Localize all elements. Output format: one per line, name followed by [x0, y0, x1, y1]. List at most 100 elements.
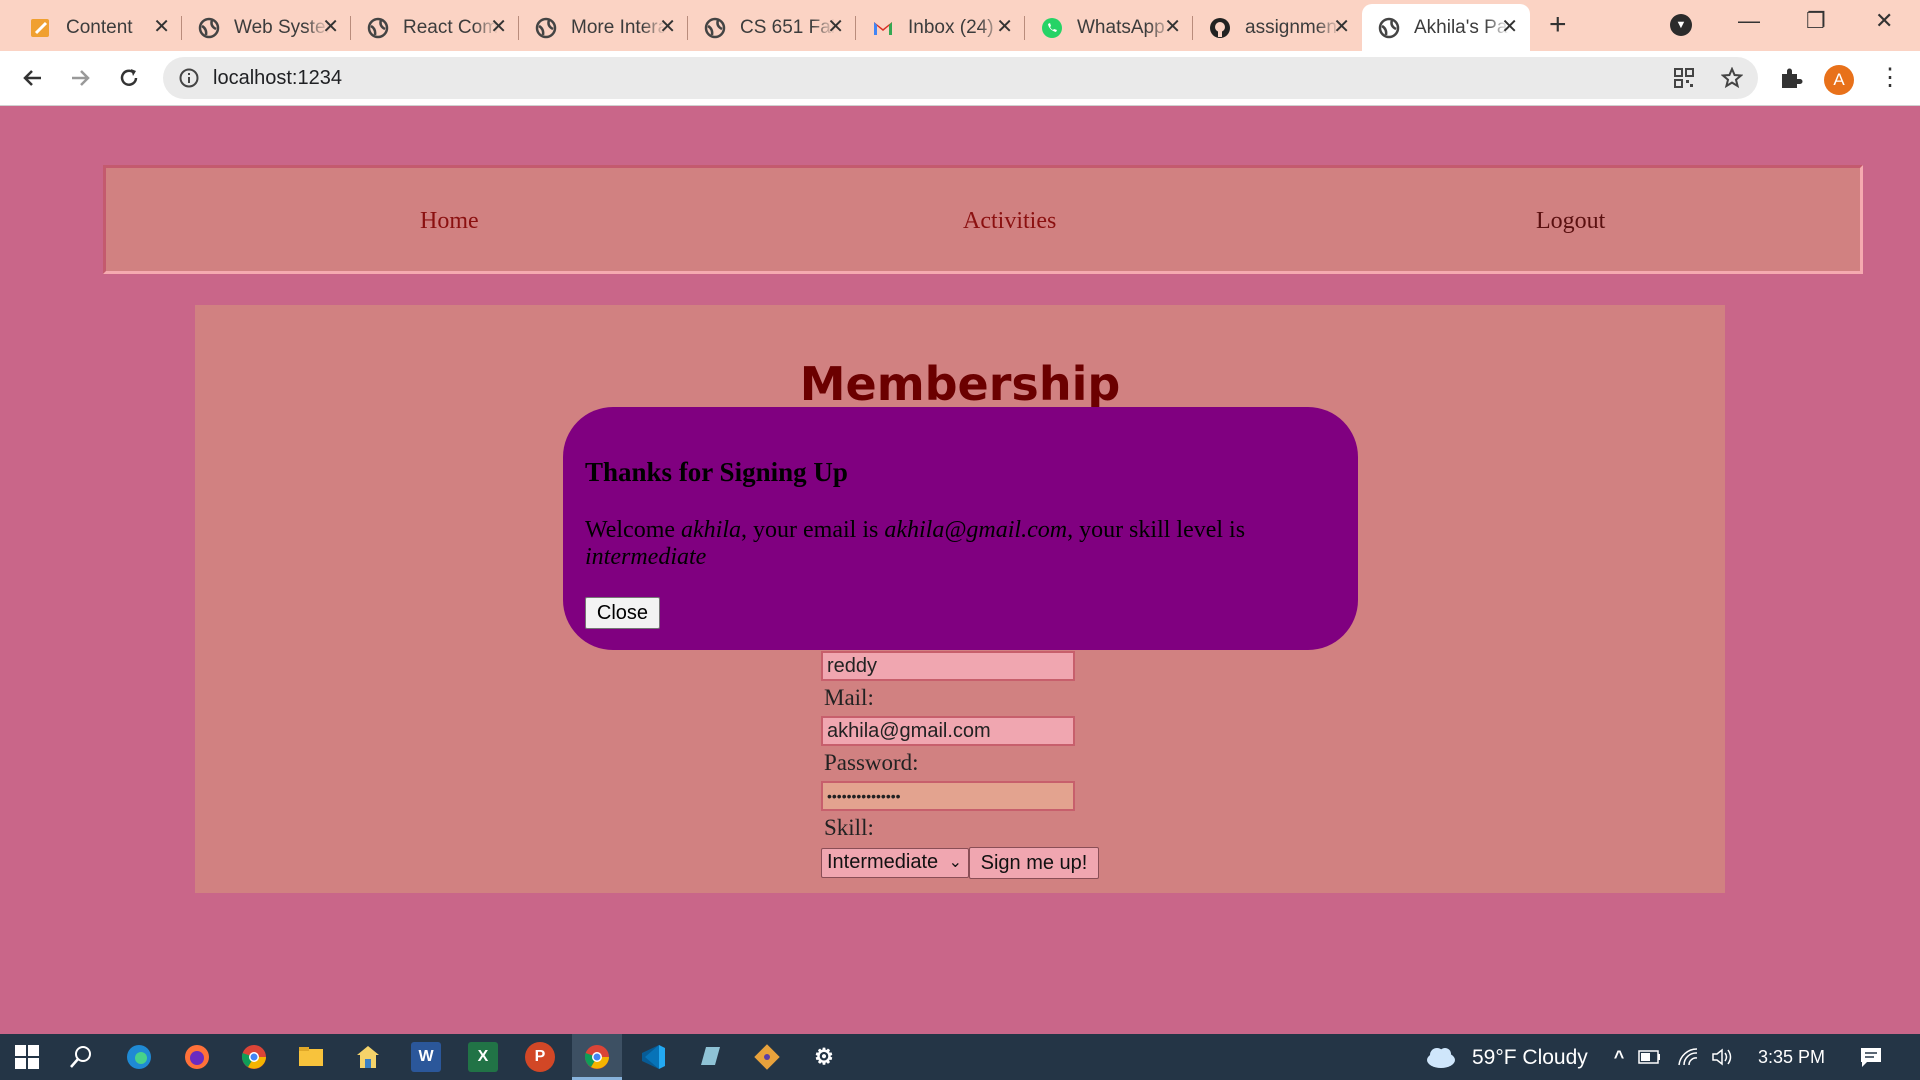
nav-home-link[interactable]: Home [420, 208, 479, 235]
tab-web-systems[interactable]: Web Systems ✕ [182, 4, 351, 51]
globe-icon [535, 17, 557, 39]
powerpoint-icon[interactable]: P [525, 1042, 555, 1072]
battery-icon[interactable] [1635, 1042, 1665, 1072]
tab-close-icon[interactable]: ✕ [322, 17, 339, 37]
clock-time[interactable]: 3:35 PM [1758, 1047, 1825, 1068]
reload-icon[interactable] [113, 62, 145, 94]
tab-close-icon[interactable]: ✕ [490, 17, 507, 37]
edge-icon[interactable] [124, 1042, 154, 1072]
notes-icon[interactable] [695, 1042, 725, 1072]
tab-more-interactive[interactable]: More Interactive ✕ [519, 4, 688, 51]
tab-title: Inbox (24) [908, 16, 994, 38]
tab-close-icon[interactable]: ✕ [996, 17, 1013, 37]
modal-heading: Thanks for Signing Up [585, 457, 848, 487]
tab-title: Akhila's Page [1414, 16, 1509, 38]
tab-search-icon[interactable]: ▼ [1670, 14, 1692, 36]
nav-logout-link[interactable]: Logout [1536, 208, 1605, 235]
tab-title: WhatsApp [1077, 16, 1165, 38]
back-icon[interactable] [16, 62, 48, 94]
excel-icon[interactable]: X [468, 1042, 498, 1072]
restore-icon[interactable]: ❐ [1806, 8, 1826, 34]
globe-icon [1378, 17, 1400, 39]
tab-close-icon[interactable]: ✕ [153, 17, 170, 37]
weather-text[interactable]: 59°F Cloudy [1472, 1046, 1588, 1070]
chrome-icon[interactable] [239, 1042, 269, 1072]
wifi-icon[interactable] [1674, 1042, 1704, 1072]
browser-menu-icon[interactable]: ⋮ [1878, 65, 1902, 91]
extensions-puzzle-icon[interactable] [1779, 66, 1803, 95]
bookmark-star-icon[interactable] [1720, 66, 1744, 94]
qr-code-icon[interactable] [1673, 67, 1695, 94]
browser-toolbar: localhost:1234 A ⋮ [0, 51, 1920, 106]
site-info-icon[interactable] [179, 68, 199, 93]
tab-title: CS 651 Fall [740, 16, 835, 38]
tab-close-icon[interactable]: ✕ [1501, 17, 1518, 37]
new-tab-button[interactable]: + [1549, 10, 1567, 40]
modal-skill: intermediate [585, 544, 707, 570]
sign-up-button[interactable]: Sign me up! [969, 847, 1099, 879]
page-title: Membership [799, 357, 1121, 411]
vscode-icon[interactable] [638, 1042, 668, 1072]
globe-icon [704, 17, 726, 39]
modal-name: akhila [681, 517, 742, 543]
tab-react-components[interactable]: React Components ✕ [351, 4, 519, 51]
chevron-down-icon: ⌄ [948, 854, 962, 871]
tab-cs651[interactable]: CS 651 Fall ✕ [688, 4, 856, 51]
modal-email: akhila@gmail.com [884, 517, 1068, 543]
nav-activities-link[interactable]: Activities [963, 208, 1056, 235]
email-input[interactable]: akhila@gmail.com [821, 716, 1075, 746]
close-window-icon[interactable]: ✕ [1875, 8, 1893, 34]
lastname-input[interactable]: reddy [821, 651, 1075, 681]
cloud-weather-icon [1425, 1042, 1455, 1072]
password-label: Password: [824, 750, 919, 775]
whatsapp-icon [1041, 17, 1063, 39]
chrome-active-icon[interactable] [582, 1042, 612, 1072]
modal-message: Welcome akhila, your email is akhila@gma… [585, 517, 1246, 570]
tab-inbox[interactable]: Inbox (24) ✕ [856, 4, 1025, 51]
pencil-note-icon [30, 17, 52, 39]
skill-selected-value: Intermediate [827, 851, 939, 873]
settings-gear-icon[interactable]: ⚙ [809, 1042, 839, 1072]
gmail-icon [872, 17, 894, 39]
forward-icon[interactable] [65, 62, 97, 94]
modal-close-button[interactable]: Close [585, 597, 660, 629]
firefox-icon[interactable] [182, 1042, 212, 1072]
minimize-icon[interactable]: — [1738, 8, 1760, 34]
windows-start-icon[interactable] [12, 1042, 42, 1072]
git-icon[interactable] [752, 1042, 782, 1072]
browser-tabstrip: Content ✕ Web Systems ✕ React Components… [0, 0, 1920, 51]
tab-title: React Components [403, 16, 498, 38]
globe-icon [367, 17, 389, 39]
tab-akhilas-page[interactable]: Akhila's Page ✕ [1362, 4, 1530, 51]
globe-icon [198, 17, 220, 39]
mail-label: Mail: [824, 685, 874, 710]
tab-title: Content [66, 16, 133, 38]
search-icon[interactable] [66, 1042, 96, 1072]
tab-close-icon[interactable]: ✕ [1333, 17, 1350, 37]
github-icon [1209, 17, 1231, 39]
volume-icon[interactable] [1708, 1042, 1738, 1072]
skill-label: Skill: [824, 815, 874, 840]
skill-select[interactable]: Intermediate ⌄ [821, 848, 969, 878]
password-input[interactable]: ••••••••••••••• [821, 781, 1075, 811]
store-icon[interactable] [353, 1042, 383, 1072]
tab-close-icon[interactable]: ✕ [827, 17, 844, 37]
tab-title: assignments [1245, 16, 1340, 38]
tab-title: Web Systems [234, 16, 329, 38]
tab-title: More Interactive [571, 16, 666, 38]
tab-content[interactable]: Content ✕ [14, 4, 182, 51]
site-navbar: Home Activities Logout [103, 165, 1863, 274]
address-bar[interactable]: localhost:1234 [163, 57, 1758, 99]
url-text: localhost:1234 [213, 67, 342, 89]
tab-assignments[interactable]: assignments ✕ [1193, 4, 1362, 51]
tab-whatsapp[interactable]: WhatsApp ✕ [1025, 4, 1193, 51]
signup-confirmation-modal: Thanks for Signing Up Welcome akhila, yo… [563, 407, 1358, 650]
profile-avatar[interactable]: A [1824, 65, 1854, 95]
windows-taskbar: W X P ⚙ 59°F Cloudy ^ 3:35 PM [0, 1034, 1920, 1080]
notification-center-icon[interactable] [1856, 1042, 1886, 1072]
show-hidden-icons-icon[interactable]: ^ [1604, 1042, 1634, 1072]
word-icon[interactable]: W [411, 1042, 441, 1072]
file-explorer-icon[interactable] [296, 1042, 326, 1072]
tab-close-icon[interactable]: ✕ [1164, 17, 1181, 37]
tab-close-icon[interactable]: ✕ [659, 17, 676, 37]
